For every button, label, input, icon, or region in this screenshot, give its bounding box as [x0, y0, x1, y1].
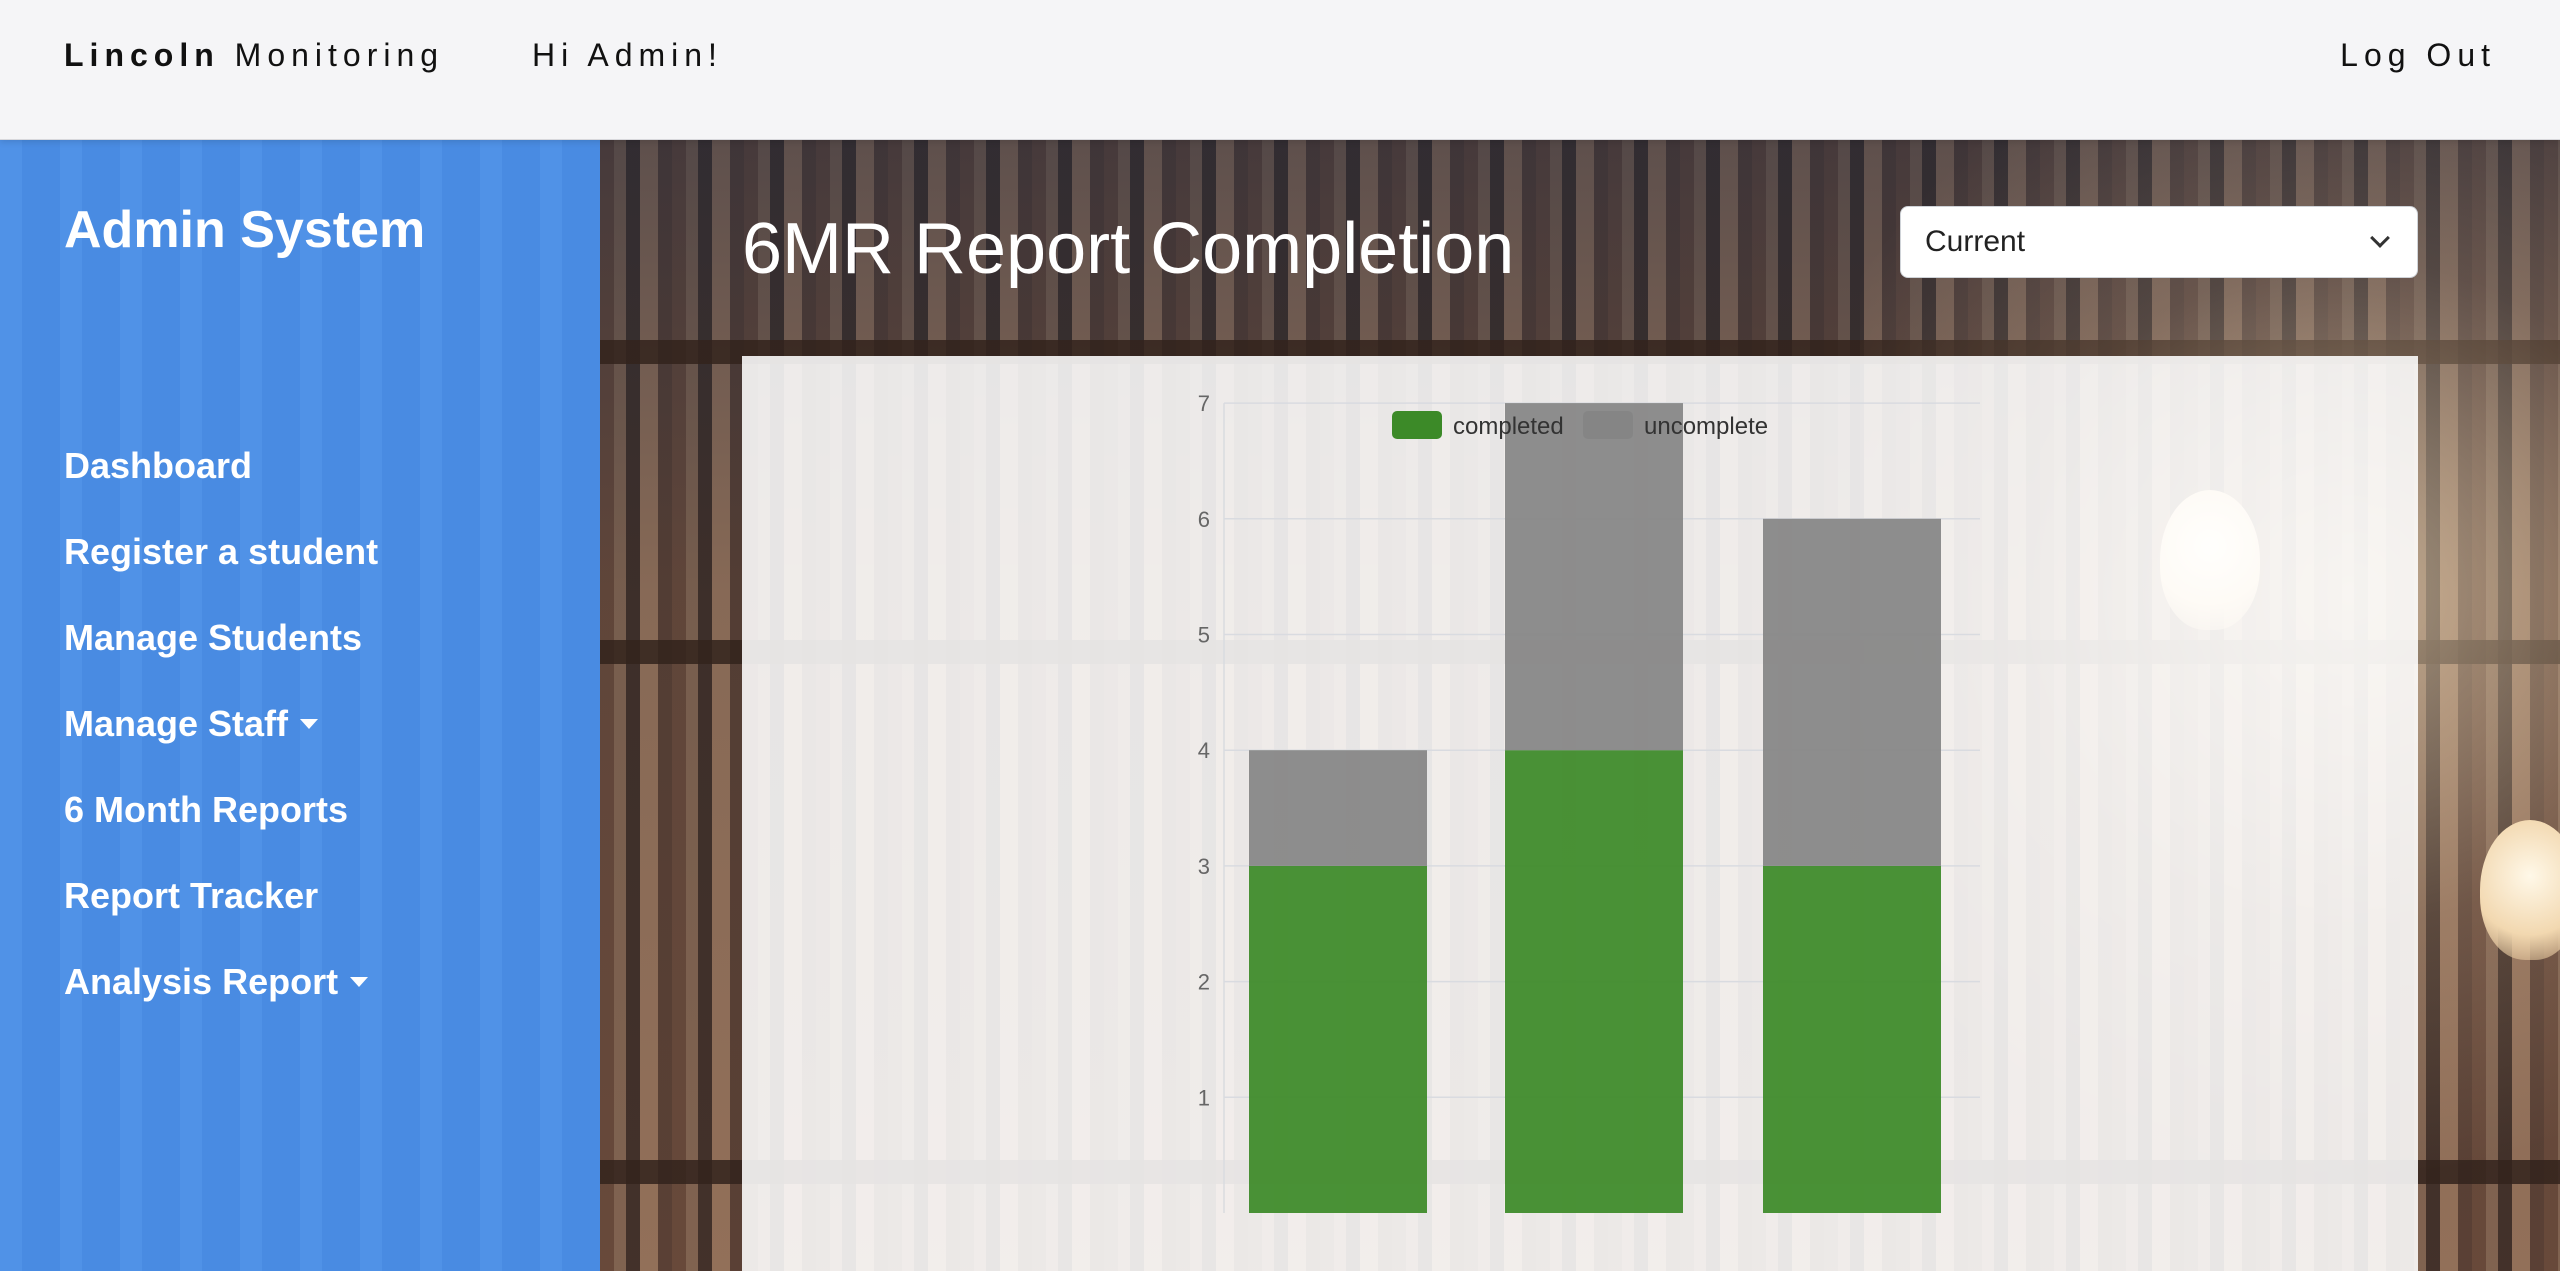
sidebar-title: Admin System	[64, 201, 426, 259]
y-tick-label: 2	[1198, 970, 1210, 995]
sidebar-item-register-student[interactable]: Register a student	[64, 509, 378, 595]
sidebar: Admin System Dashboard Register a studen…	[0, 140, 600, 1271]
y-tick-label: 3	[1198, 854, 1210, 879]
legend-label-uncomplete: uncomplete	[1644, 413, 1768, 440]
chart-card: 1 2 3 4 5 6 7 completed uncomplete	[742, 356, 2418, 1271]
sidebar-item-label: Report Tracker	[64, 875, 319, 916]
sidebar-item-label: Dashboard	[64, 445, 253, 486]
y-tick-label: 1	[1198, 1085, 1210, 1110]
legend-label-completed: completed	[1453, 413, 1564, 440]
top-navbar: Lincoln Monitoring Hi Admin! Log Out	[0, 0, 2560, 140]
sidebar-nav: Dashboard Register a student Manage Stud…	[64, 423, 378, 1025]
sidebar-item-label: Manage Students	[64, 617, 363, 658]
y-tick-label: 7	[1198, 391, 1210, 416]
sidebar-item-label: Analysis Report	[64, 961, 339, 1002]
period-select-value: Current	[1925, 225, 2026, 258]
bar-uncomplete-2	[1763, 518, 1941, 866]
sidebar-item-label: 6 Month Reports	[64, 789, 348, 830]
legend-swatch-completed	[1392, 411, 1442, 439]
sidebar-item-report-tracker[interactable]: Report Tracker	[64, 853, 378, 939]
legend-swatch-uncomplete	[1583, 411, 1633, 439]
page-title: 6MR Report Completion	[742, 209, 1515, 289]
sidebar-item-label: Register a student	[64, 531, 379, 572]
bar-completed-1	[1505, 750, 1683, 1213]
chevron-down-icon	[2370, 228, 2390, 248]
stacked-bar-chart: 1 2 3 4 5 6 7 completed uncomplete	[1198, 391, 1980, 1213]
y-tick-label: 6	[1198, 507, 1210, 532]
sidebar-item-analysis-report[interactable]: Analysis Report	[64, 939, 378, 1025]
bar-completed-2	[1763, 865, 1941, 1213]
greeting-text: Hi Admin!	[532, 37, 723, 73]
y-tick-label: 5	[1198, 623, 1210, 648]
period-select[interactable]: Current	[1900, 206, 2418, 278]
y-tick-label: 4	[1198, 738, 1210, 763]
sidebar-item-label: Manage Staff	[64, 703, 289, 744]
sidebar-item-manage-students[interactable]: Manage Students	[64, 595, 378, 681]
brand-logo[interactable]: Lincoln Monitoring	[64, 37, 444, 74]
sidebar-item-manage-staff[interactable]: Manage Staff	[64, 681, 378, 767]
caret-down-icon	[300, 719, 319, 729]
brand-name-rest: Monitoring	[234, 37, 445, 73]
bar-uncomplete-0	[1249, 750, 1427, 866]
caret-down-icon	[350, 977, 369, 987]
brand-name-bold: Lincoln	[64, 37, 220, 73]
bar-uncomplete-1	[1505, 403, 1683, 751]
logout-link[interactable]: Log Out	[2340, 37, 2496, 74]
sidebar-item-dashboard[interactable]: Dashboard	[64, 423, 378, 509]
bar-completed-0	[1249, 865, 1427, 1213]
sidebar-item-6-month-reports[interactable]: 6 Month Reports	[64, 767, 378, 853]
